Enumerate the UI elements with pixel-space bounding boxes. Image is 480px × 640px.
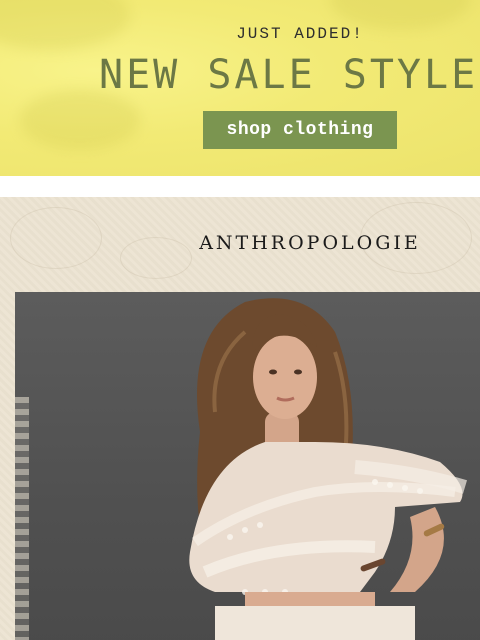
- banner-kicker: JUST ADDED!: [236, 25, 364, 43]
- hero-photo[interactable]: [15, 292, 480, 640]
- shop-clothing-button[interactable]: shop clothing: [203, 111, 397, 149]
- spacer: [0, 176, 480, 197]
- sale-banner[interactable]: JUST ADDED! NEW SALE STYLE shop clothing: [0, 0, 480, 176]
- brand-logo[interactable]: ANTHROPOLOGIE: [0, 232, 480, 254]
- brand-section: ANTHROPOLOGIE: [0, 197, 480, 640]
- lace-edge-decoration: [15, 397, 29, 640]
- model-photo-illustration: [189, 298, 468, 640]
- banner-headline: NEW SALE STYLE: [99, 52, 479, 98]
- leaf-shadow: [20, 90, 140, 150]
